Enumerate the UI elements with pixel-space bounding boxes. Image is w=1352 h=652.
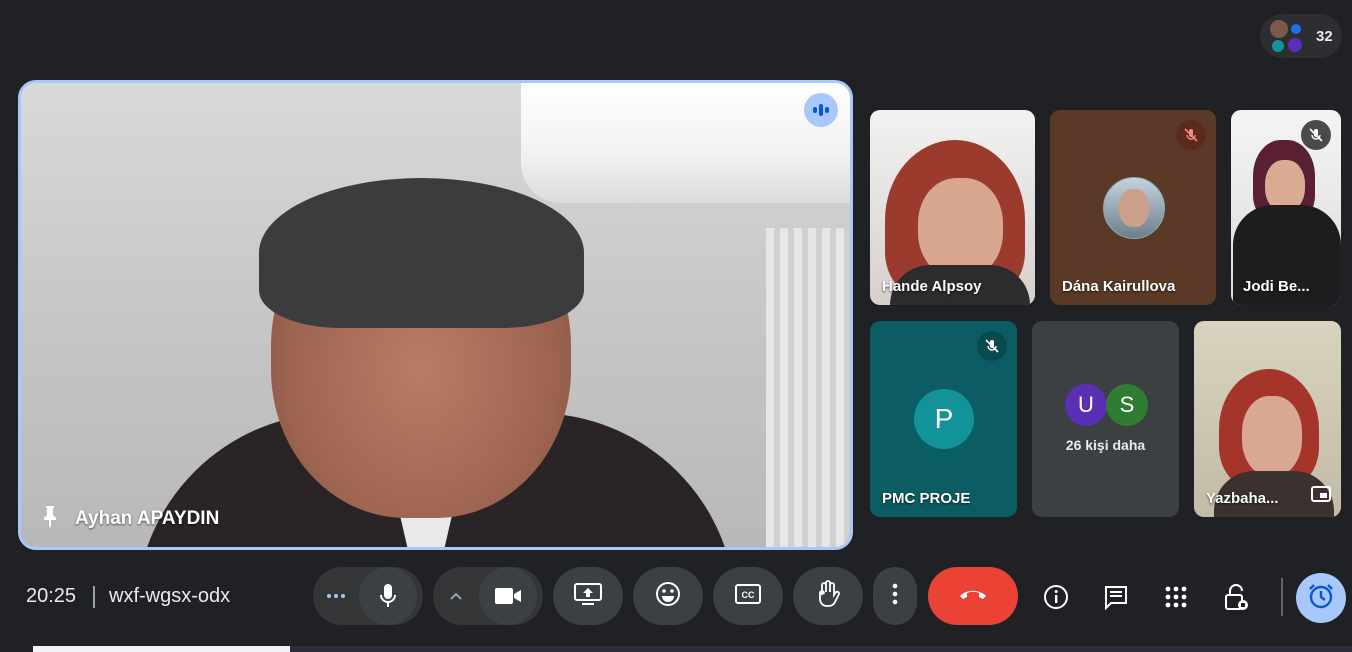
- more-horizontal-icon[interactable]: [313, 593, 359, 599]
- mic-off-icon: [1301, 120, 1331, 150]
- activities-icon[interactable]: [1154, 575, 1198, 619]
- participant-tile-dana[interactable]: Dána Kairullova: [1050, 110, 1216, 305]
- closed-captions-icon: CC: [735, 583, 761, 609]
- timer-button[interactable]: [1296, 573, 1346, 623]
- speaking-indicator-icon: [804, 93, 838, 127]
- participant-tile-hande[interactable]: Hande Alpsoy: [870, 110, 1035, 305]
- end-call-icon: [958, 587, 988, 606]
- captions-button[interactable]: CC: [713, 567, 783, 625]
- microphone-control[interactable]: [313, 567, 423, 625]
- host-controls-icon[interactable]: [1214, 575, 1258, 619]
- svg-text:CC: CC: [742, 590, 755, 600]
- tile-name: Jodi Be...: [1243, 278, 1310, 295]
- more-vertical-icon: [892, 583, 898, 610]
- tile-name: PMC PROJE: [882, 490, 971, 507]
- mic-off-icon: [1176, 120, 1206, 150]
- more-options-button[interactable]: [873, 567, 917, 625]
- participants-button[interactable]: 32: [1260, 14, 1342, 58]
- end-call-button[interactable]: [928, 567, 1018, 625]
- tile-name: Hande Alpsoy: [882, 278, 982, 295]
- avatar: [1103, 177, 1165, 239]
- emoji-icon: [655, 581, 681, 612]
- speaker-video-hair: [259, 178, 584, 328]
- present-screen-button[interactable]: [553, 567, 623, 625]
- participant-tile-others[interactable]: U S 26 kişi daha: [1032, 321, 1179, 517]
- raise-hand-icon: [815, 579, 841, 613]
- tile-name: Dána Kairullova: [1062, 278, 1176, 295]
- meeting-code: wxf-wgsx-odx: [109, 585, 231, 607]
- camera-control[interactable]: [433, 567, 543, 625]
- pin-icon[interactable]: [39, 504, 61, 533]
- picture-in-picture-icon[interactable]: [1311, 486, 1331, 507]
- participant-tile-pmc[interactable]: P PMC PROJE: [870, 321, 1017, 517]
- others-count-label: 26 kişi daha: [1065, 437, 1146, 453]
- participants-count: 32: [1316, 27, 1333, 45]
- chevron-up-icon[interactable]: [433, 592, 479, 601]
- divider: [1281, 578, 1283, 616]
- background-curtain: [766, 228, 850, 547]
- main-speaker-name: Ayhan APAYDIN: [75, 507, 220, 529]
- video-camera-icon[interactable]: [479, 567, 537, 625]
- main-speaker-tile[interactable]: Ayhan APAYDIN: [18, 80, 853, 550]
- raise-hand-button[interactable]: [793, 567, 863, 625]
- microphone-icon[interactable]: [359, 567, 417, 625]
- main-speaker-label: Ayhan APAYDIN: [39, 504, 219, 533]
- participant-avatars: [1266, 16, 1306, 56]
- timer-icon: [1307, 582, 1335, 615]
- participant-tile-jodi[interactable]: Jodi Be...: [1231, 110, 1341, 305]
- clock-time: 20:25: [26, 585, 77, 607]
- present-screen-icon: [574, 582, 602, 610]
- avatar: S: [1106, 384, 1148, 426]
- reactions-button[interactable]: [633, 567, 703, 625]
- background-light: [521, 83, 850, 203]
- info-icon[interactable]: [1034, 575, 1078, 619]
- divider: [93, 586, 95, 608]
- avatar: U: [1065, 384, 1107, 426]
- avatar: P: [914, 389, 974, 449]
- mic-off-icon: [977, 331, 1007, 361]
- tile-name: Yazbaha...: [1206, 490, 1279, 507]
- participant-tile-yazbaha[interactable]: Yazbaha...: [1194, 321, 1341, 517]
- taskbar-strip: [0, 646, 1352, 652]
- chat-icon[interactable]: [1094, 575, 1138, 619]
